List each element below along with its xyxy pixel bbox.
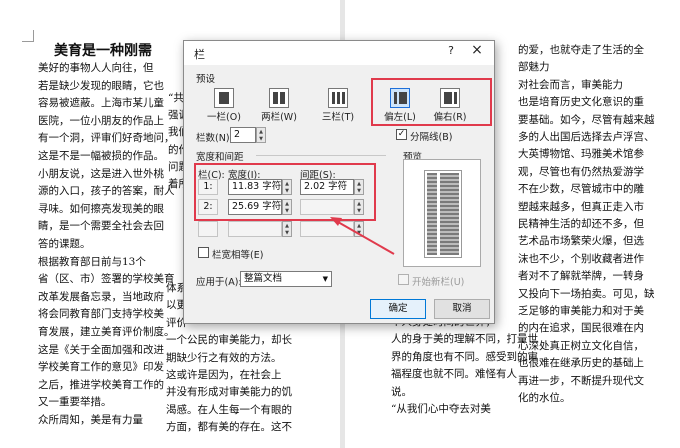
chevron-down-icon: ▼ <box>322 275 328 283</box>
text-line: 小朋友说，这是进入世外桃 <box>38 167 164 180</box>
text-line: 省（区、市）签署的学校美育 <box>38 273 175 286</box>
text-line: 一个公民的审美能力，却长 <box>166 334 292 347</box>
preset-two-columns[interactable]: 两栏(W) <box>261 87 297 123</box>
preview-pane <box>403 159 481 267</box>
dialog-title: 栏 <box>194 48 205 61</box>
watermark-logo: php中文网 <box>2 430 64 444</box>
columns-count-label: 栏数(N): <box>196 133 233 144</box>
preset-one-column[interactable]: 一栏(O) <box>207 87 241 123</box>
text-line: 若是缺少发现的眼睛，它也 <box>38 79 164 92</box>
text-line: 福程度也就不同。难怪有人 <box>391 368 517 381</box>
preset-label: 两栏(W) <box>261 112 297 123</box>
text-line: 界的角度也有不同。感受到的审 <box>391 350 538 363</box>
equal-width-checkbox[interactable] <box>198 247 209 258</box>
text-line: 答的课题。 <box>38 238 91 250</box>
text-line: 者对不了解就举牌，一转身 <box>518 270 644 283</box>
equal-width-label: 栏宽相等(E) <box>212 250 264 261</box>
text-line: 期缺少行之有效的方法。 <box>166 351 282 364</box>
text-line: 艺术品市场繁荣火爆，但选 <box>518 235 644 248</box>
divider-checkbox[interactable]: ✓ <box>396 129 407 140</box>
text-line: 部魅力 <box>518 61 550 74</box>
column-3-width-input <box>228 221 282 237</box>
text-line: 再进一步，不断提升现代文 <box>518 374 644 387</box>
text-line: 育发展，建立美育评价制度。 <box>38 326 175 338</box>
text-line: 医院，一位小朋友的作品上 <box>38 114 164 127</box>
text-line: 学校美育工作的意见》印发 <box>38 361 164 374</box>
text-line: 又投向下一场拍卖。可见，缺 <box>518 287 655 300</box>
text-line: 的爱，也就夺走了生活的全 <box>518 44 644 56</box>
text-line: 之后，推进学校美育工作的 <box>38 378 164 391</box>
new-column-label: 开始新栏(U) <box>412 277 465 288</box>
text-line: 寻味。如何擦亮发现美的眼 <box>38 202 164 215</box>
text-line: 美好的事物人人向往，但 <box>38 62 154 74</box>
text-line: 源的入口，孩子的答案，耐人 <box>38 185 175 198</box>
apply-to-select[interactable]: 整篇文档 ▼ <box>240 271 332 287</box>
text-line: 不在少数，尽管城市中的雕 <box>518 183 644 196</box>
text-line: 容易被遮蔽。上海市某儿童 <box>38 97 164 110</box>
three-columns-icon <box>328 88 348 108</box>
column-index-3 <box>198 221 218 237</box>
text-line: 化的水位。 <box>518 392 571 404</box>
text-line: 又一重要举措。 <box>38 396 112 409</box>
new-column-checkbox <box>398 274 409 285</box>
presets-highlight-box <box>371 78 492 126</box>
preset-label: 三栏(T) <box>321 112 355 123</box>
text-line: 这或许是因为，在社会上 <box>166 369 282 381</box>
annotation-arrow <box>330 217 395 255</box>
text-line: 这是《关于全面加强和改进 <box>38 343 164 356</box>
apply-to-label: 应用于(A): <box>196 277 242 288</box>
two-columns-icon <box>269 88 289 108</box>
width-spacing-label: 宽度和间距 <box>196 152 244 163</box>
dialog-titlebar: 栏 ? × <box>184 41 494 65</box>
divider-label: 分隔线(B) <box>410 132 453 143</box>
preset-label: 一栏(O) <box>207 112 241 123</box>
apply-to-value: 整篇文档 <box>244 273 283 284</box>
text-line: 也是培育历史文化意识的重 <box>518 96 644 109</box>
text-line: 民精神生活的却还不多，但 <box>518 218 644 230</box>
text-line: 沫也不少，个别收藏者进作 <box>518 252 644 265</box>
text-line: 人的身于美的理解不同，打量世 <box>391 333 538 346</box>
text-line: 众所周知，美是有力量 <box>38 414 143 426</box>
text-line: 并没有形成对审美能力的饥 <box>166 386 292 399</box>
text-line: 大英博物馆、玛雅美术馆参 <box>518 148 644 161</box>
preset-three-columns[interactable]: 三栏(T) <box>322 87 354 123</box>
presets-label: 预设 <box>196 74 216 85</box>
columns-count-spinner[interactable]: ▲ ▼ <box>256 127 266 143</box>
text-line: 睛，是一个需要全社会去回 <box>38 220 164 233</box>
columns-count-input[interactable]: 2 <box>230 127 256 143</box>
text-line: 塑越来越多，但真正走入市 <box>518 200 644 213</box>
text-line: 改革发展备忘录，当地政府 <box>38 290 164 303</box>
help-button[interactable]: ? <box>442 44 460 57</box>
text-line: 渴感。在人生每一个有眼的 <box>166 403 292 416</box>
text-line: 对社会而言，审美能力 <box>518 78 623 91</box>
text-line: 这是不是一幅被损的作品。 <box>38 150 164 162</box>
columns-dialog: 栏 ? × 预设 一栏(O) 两栏(W) 三栏(T) 偏左(L) 偏右(R) 栏… <box>183 40 495 324</box>
one-column-icon <box>214 88 234 108</box>
text-line: 将会同教育部门支持学校美 <box>38 308 164 321</box>
text-line: 多的人出国后选择去卢浮宫、 <box>518 131 655 143</box>
close-button[interactable]: × <box>468 42 486 58</box>
text-line: 要基础。如今，尽管有越来越 <box>518 113 655 126</box>
text-line: “从我们心中夺去对美 <box>391 403 491 415</box>
text-line: 乏足够的审美能力和对于美 <box>518 305 644 317</box>
text-line: 有一个洞，评审们好奇地问， <box>38 132 175 145</box>
text-line: 根据教育部日前与13个 <box>38 255 146 268</box>
cancel-button[interactable]: 取消 <box>434 299 490 319</box>
ok-button[interactable]: 确定 <box>370 299 426 319</box>
article-title: 美育是一种刚需 <box>54 43 152 59</box>
text-line: “共 <box>168 92 184 104</box>
text-line: 观，尽管也有仍然热爱游学 <box>518 165 644 178</box>
text-line: 方面，都有美的存在。这不 <box>166 421 292 434</box>
text-line: 说。 <box>391 385 412 398</box>
column-3-width-spinner: ▲ ▼ <box>282 221 292 237</box>
margin-mark <box>22 30 34 42</box>
